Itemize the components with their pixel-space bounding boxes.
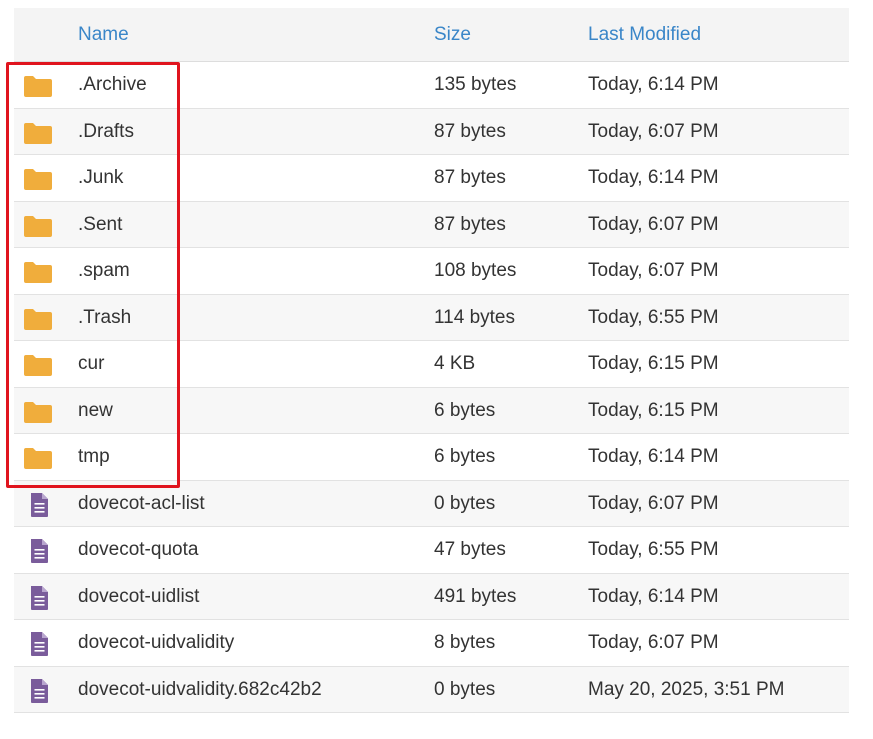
- file-icon: [23, 678, 53, 703]
- table-row[interactable]: dovecot-acl-list 0 bytes Today, 6:07 PM: [14, 480, 849, 527]
- file-modified: Today, 6:14 PM: [588, 74, 719, 95]
- file-name[interactable]: cur: [78, 341, 104, 387]
- file-modified: Today, 6:14 PM: [588, 446, 719, 467]
- file-name[interactable]: .Trash: [78, 295, 131, 341]
- file-size: 87 bytes: [434, 213, 506, 235]
- folder-icon: [23, 167, 53, 191]
- table-header: Name Size Last Modified: [14, 8, 849, 62]
- table-row[interactable]: .Junk 87 bytes Today, 6:14 PM: [14, 155, 849, 202]
- file-name[interactable]: .Drafts: [78, 109, 134, 155]
- file-modified: Today, 6:07 PM: [588, 120, 719, 142]
- column-header-size[interactable]: Size: [434, 8, 471, 61]
- file-size: 4 KB: [434, 353, 476, 374]
- table-row[interactable]: new 6 bytes Today, 6:15 PM: [14, 387, 849, 434]
- file-size: 135 bytes: [434, 74, 517, 95]
- file-size: 8 bytes: [434, 632, 496, 653]
- folder-icon: [23, 446, 53, 470]
- file-modified: Today, 6:14 PM: [588, 585, 719, 607]
- file-name[interactable]: .Junk: [78, 155, 123, 201]
- file-name[interactable]: dovecot-quota: [78, 527, 198, 573]
- file-name[interactable]: .spam: [78, 248, 130, 294]
- file-name[interactable]: new: [78, 388, 113, 434]
- file-name[interactable]: .Archive: [78, 62, 147, 108]
- table-row[interactable]: .Archive 135 bytes Today, 6:14 PM: [14, 62, 849, 109]
- file-modified: Today, 6:15 PM: [588, 353, 719, 374]
- table-row[interactable]: dovecot-uidvalidity 8 bytes Today, 6:07 …: [14, 620, 849, 667]
- file-modified: Today, 6:14 PM: [588, 167, 719, 188]
- table-row[interactable]: .Trash 114 bytes Today, 6:55 PM: [14, 294, 849, 341]
- folder-icon: [23, 214, 53, 238]
- file-modified: Today, 6:55 PM: [588, 539, 719, 560]
- file-size: 108 bytes: [434, 260, 517, 281]
- file-size: 87 bytes: [434, 167, 506, 188]
- folder-icon: [23, 353, 53, 377]
- table-body: .Archive 135 bytes Today, 6:14 PM .Draft…: [14, 62, 849, 713]
- file-name[interactable]: .Sent: [78, 202, 122, 248]
- file-name[interactable]: dovecot-uidvalidity.682c42b2: [78, 667, 322, 713]
- file-size: 47 bytes: [434, 539, 506, 560]
- table-row[interactable]: cur 4 KB Today, 6:15 PM: [14, 341, 849, 388]
- file-modified: Today, 6:07 PM: [588, 632, 719, 653]
- file-icon: [23, 492, 53, 517]
- file-name[interactable]: dovecot-uidvalidity: [78, 620, 234, 666]
- file-size: 491 bytes: [434, 585, 517, 607]
- folder-icon: [23, 307, 53, 331]
- file-size: 6 bytes: [434, 446, 496, 467]
- column-header-last-modified[interactable]: Last Modified: [588, 8, 701, 61]
- file-modified: Today, 6:07 PM: [588, 213, 719, 235]
- file-icon: [23, 539, 53, 563]
- file-size: 114 bytes: [434, 306, 515, 328]
- file-size: 87 bytes: [434, 120, 506, 142]
- table-row[interactable]: .Sent 87 bytes Today, 6:07 PM: [14, 201, 849, 248]
- table-row[interactable]: .spam 108 bytes Today, 6:07 PM: [14, 248, 849, 295]
- file-size: 0 bytes: [434, 492, 496, 514]
- table-row[interactable]: dovecot-uidvalidity.682c42b2 0 bytes May…: [14, 666, 849, 713]
- file-modified: Today, 6:07 PM: [588, 492, 719, 514]
- file-name[interactable]: tmp: [78, 434, 110, 480]
- file-modified: May 20, 2025, 3:51 PM: [588, 678, 785, 700]
- folder-icon: [23, 260, 53, 284]
- file-modified: Today, 6:07 PM: [588, 260, 719, 281]
- table-row[interactable]: tmp 6 bytes Today, 6:14 PM: [14, 434, 849, 481]
- file-size: 6 bytes: [434, 399, 496, 421]
- folder-icon: [23, 74, 53, 98]
- file-name[interactable]: dovecot-acl-list: [78, 481, 205, 527]
- table-row[interactable]: dovecot-uidlist 491 bytes Today, 6:14 PM: [14, 573, 849, 620]
- table-row[interactable]: .Drafts 87 bytes Today, 6:07 PM: [14, 108, 849, 155]
- file-list-table: Name Size Last Modified .Archive 135 byt…: [14, 8, 849, 721]
- file-icon: [23, 632, 53, 656]
- file-modified: Today, 6:15 PM: [588, 399, 719, 421]
- folder-icon: [23, 400, 53, 424]
- file-modified: Today, 6:55 PM: [588, 306, 719, 328]
- table-row[interactable]: dovecot-quota 47 bytes Today, 6:55 PM: [14, 527, 849, 574]
- file-icon: [23, 585, 53, 610]
- column-header-name[interactable]: Name: [78, 8, 129, 61]
- file-name[interactable]: dovecot-uidlist: [78, 574, 199, 620]
- folder-icon: [23, 121, 53, 145]
- file-size: 0 bytes: [434, 678, 496, 700]
